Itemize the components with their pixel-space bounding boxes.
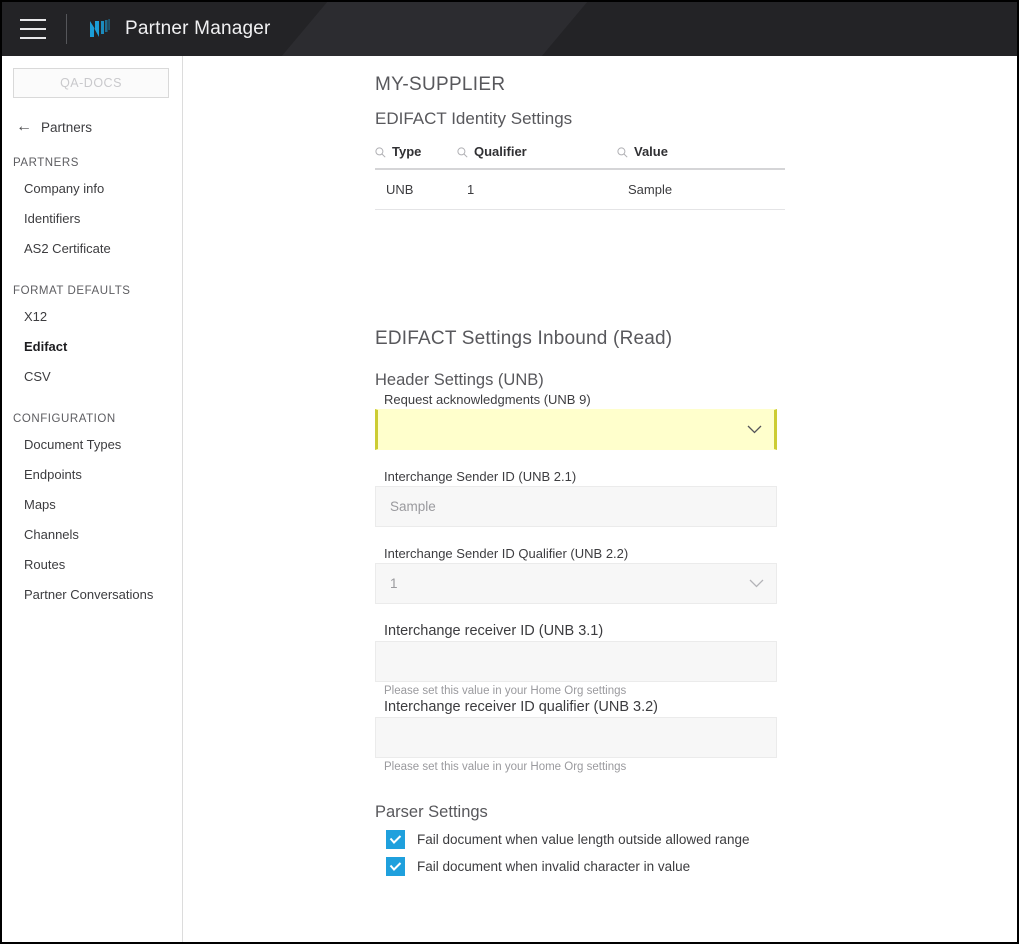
header-divider	[66, 14, 67, 44]
column-header-type-label: Type	[392, 144, 421, 159]
select-interchange-sender-id-qualifier-value: 1	[390, 576, 398, 591]
header-settings-title: Header Settings (UNB)	[375, 371, 1017, 390]
arrow-left-icon: ←	[16, 119, 32, 135]
org-selector-button[interactable]: QA-DOCS	[13, 68, 169, 98]
sidebar-item-x12[interactable]: X12	[2, 301, 182, 331]
helper-interchange-receiver-id: Please set this value in your Home Org s…	[375, 685, 1017, 697]
label-interchange-sender-id: Interchange Sender ID (UNB 2.1)	[375, 469, 1017, 484]
checkbox-row-fail-invalid-character[interactable]: Fail document when invalid character in …	[375, 857, 1017, 876]
search-icon	[457, 146, 468, 157]
sidebar-item-edifact[interactable]: Edifact	[2, 331, 182, 361]
app-title: Partner Manager	[125, 18, 271, 40]
select-interchange-sender-id-qualifier[interactable]: 1	[375, 563, 777, 604]
sidebar-item-company-info[interactable]: Company info	[2, 173, 182, 203]
sidebar-item-document-types[interactable]: Document Types	[2, 429, 182, 459]
chevron-down-icon	[747, 425, 762, 434]
checkbox-checked-icon[interactable]	[386, 830, 405, 849]
label-interchange-sender-id-qualifier: Interchange Sender ID Qualifier (UNB 2.2…	[375, 546, 1017, 561]
checkbox-label-fail-value-length: Fail document when value length outside …	[417, 832, 749, 847]
field-interchange-receiver-id: Interchange receiver ID (UNB 3.1) Please…	[375, 623, 1017, 697]
input-interchange-receiver-id-qualifier[interactable]	[375, 717, 777, 758]
input-interchange-sender-id-value: Sample	[390, 499, 436, 514]
checkbox-checked-icon[interactable]	[386, 857, 405, 876]
search-icon	[617, 146, 628, 157]
checkbox-label-fail-invalid-character: Fail document when invalid character in …	[417, 859, 690, 874]
table-header-row: Type Qualifier	[375, 144, 785, 170]
field-interchange-receiver-id-qualifier: Interchange receiver ID qualifier (UNB 3…	[375, 699, 1017, 773]
back-to-partners-link[interactable]: ← Partners	[16, 119, 182, 135]
sidebar-item-maps[interactable]: Maps	[2, 489, 182, 519]
main-content: MY-SUPPLIER EDIFACT Identity Settings Ty…	[183, 56, 1017, 942]
parser-settings-title: Parser Settings	[375, 803, 1017, 822]
column-header-value[interactable]: Value	[617, 144, 785, 159]
app-window: Partner Manager QA-DOCS ← Partners PARTN…	[0, 0, 1019, 944]
back-link-label: Partners	[41, 120, 92, 135]
input-interchange-receiver-id[interactable]	[375, 641, 777, 682]
app-body: QA-DOCS ← Partners PARTNERS Company info…	[2, 56, 1017, 942]
field-request-acknowledgments: Request acknowledgments (UNB 9)	[375, 392, 1017, 450]
sidebar-group-label-configuration: CONFIGURATION	[2, 413, 182, 425]
label-interchange-receiver-id: Interchange receiver ID (UNB 3.1)	[375, 623, 1017, 639]
parser-settings-section: Parser Settings Fail document when value…	[375, 803, 1017, 876]
sidebar-item-csv[interactable]: CSV	[2, 361, 182, 391]
inbound-section-title: EDIFACT Settings Inbound (Read)	[375, 328, 1017, 350]
column-header-type[interactable]: Type	[375, 144, 457, 159]
sidebar-group-label-partners: PARTNERS	[2, 157, 182, 169]
cell-value: Sample	[617, 182, 785, 197]
chevron-down-icon	[749, 579, 764, 588]
nubis-logo-icon	[85, 15, 111, 43]
select-request-acknowledgments[interactable]	[375, 409, 777, 450]
column-header-qualifier[interactable]: Qualifier	[457, 144, 617, 159]
sidebar-item-identifiers[interactable]: Identifiers	[2, 203, 182, 233]
column-header-qualifier-label: Qualifier	[474, 144, 527, 159]
table-row[interactable]: UNB 1 Sample	[375, 170, 785, 210]
helper-interchange-receiver-id-qualifier: Please set this value in your Home Org s…	[375, 761, 1017, 773]
field-interchange-sender-id: Interchange Sender ID (UNB 2.1) Sample	[375, 469, 1017, 527]
field-interchange-sender-id-qualifier: Interchange Sender ID Qualifier (UNB 2.2…	[375, 546, 1017, 604]
inbound-settings-section: EDIFACT Settings Inbound (Read) Header S…	[375, 328, 1017, 773]
sidebar-item-channels[interactable]: Channels	[2, 519, 182, 549]
sidebar-item-as2-certificate[interactable]: AS2 Certificate	[2, 233, 182, 263]
checkbox-row-fail-value-length[interactable]: Fail document when value length outside …	[375, 830, 1017, 849]
cell-qualifier: 1	[457, 182, 617, 197]
hamburger-icon[interactable]	[20, 19, 46, 39]
sidebar-item-routes[interactable]: Routes	[2, 549, 182, 579]
app-header: Partner Manager	[2, 2, 1017, 56]
label-request-acknowledgments: Request acknowledgments (UNB 9)	[375, 392, 1017, 407]
identity-section-title: EDIFACT Identity Settings	[375, 109, 1017, 129]
sidebar-group-label-format-defaults: FORMAT DEFAULTS	[2, 285, 182, 297]
sidebar-item-partner-conversations[interactable]: Partner Conversations	[2, 579, 182, 609]
identity-table: Type Qualifier	[375, 144, 785, 210]
cell-type: UNB	[375, 182, 457, 197]
header-diagonal-accent	[243, 2, 620, 56]
sidebar: QA-DOCS ← Partners PARTNERS Company info…	[2, 56, 183, 942]
page-title: MY-SUPPLIER	[375, 74, 1017, 96]
input-interchange-sender-id[interactable]: Sample	[375, 486, 777, 527]
search-icon	[375, 146, 386, 157]
sidebar-item-endpoints[interactable]: Endpoints	[2, 459, 182, 489]
column-header-value-label: Value	[634, 144, 668, 159]
label-interchange-receiver-id-qualifier: Interchange receiver ID qualifier (UNB 3…	[375, 699, 1017, 715]
